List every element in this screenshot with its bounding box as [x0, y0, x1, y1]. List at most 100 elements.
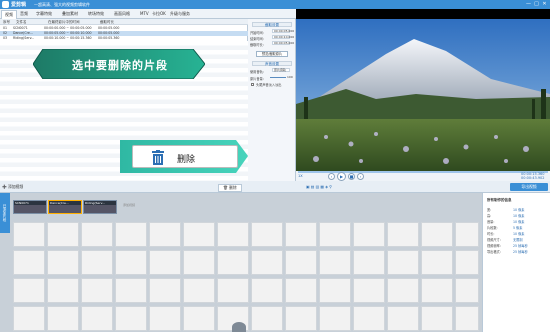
stop-icon[interactable]: ■	[348, 172, 355, 180]
info-label: 片段数:	[487, 226, 498, 230]
row-time: 00:00:05.000 ~ 00:00:10.000	[44, 31, 92, 36]
play-icon[interactable]: ▶	[337, 171, 346, 181]
tab-video[interactable]: 视频	[1, 10, 17, 19]
row-name: SCN0071	[13, 26, 28, 31]
row-name: Riding(Serv...	[13, 36, 35, 41]
timeline-toolbar: ➕ 添加视频 🗑 删除 ▣ ▤ ▥ ▦ ◈ ⚲ 导出视频	[0, 181, 550, 193]
tab-karaoke[interactable]: 卡拉OK	[152, 11, 166, 17]
minimize-button[interactable]: —	[525, 1, 532, 7]
clip-label: Riding(Serv...	[84, 201, 116, 205]
start-time-label: 开始时间:	[250, 31, 264, 35]
fade-label: 头尾声音淡入淡出	[256, 83, 282, 87]
info-value: 10 像素	[513, 232, 525, 236]
previous-icon[interactable]: ‹	[328, 172, 335, 180]
tab-upgrade[interactable]: 升级与服务	[170, 11, 190, 17]
info-value: 10 像素	[513, 214, 525, 218]
col-name: 文件名	[16, 19, 27, 24]
sound-settings-title: 声音设置	[252, 61, 292, 66]
row-time: 00:00:00.000 ~ 00:00:05.000	[44, 26, 92, 31]
close-button[interactable]: ✕	[541, 1, 548, 7]
tab-transition[interactable]: 转场特效	[88, 11, 104, 17]
next-icon[interactable]: ›	[357, 172, 364, 180]
info-value: 10 像素	[513, 208, 525, 212]
row-duration: 00:00:05.360	[98, 36, 120, 41]
tab-audio[interactable]: 音频	[20, 11, 28, 17]
tab-mtv[interactable]: MTV	[140, 11, 149, 16]
cut-settings-panel: 截取设置 开始时间: 00:00:05.000 结束时间: 00:00:10.0…	[248, 19, 296, 192]
volume-label: 原片音量:	[250, 77, 264, 81]
end-time-label: 结束时间:	[250, 37, 264, 41]
row-no: 01	[3, 26, 8, 31]
duration-field[interactable]: 00:00:05.000	[272, 41, 294, 45]
table-row[interactable]: 01 SCN0071 00:00:00.000 ~ 00:00:05.000 0…	[0, 26, 248, 31]
delete-button-label: 删除	[177, 155, 196, 165]
info-label: 视频尺寸:	[487, 238, 501, 242]
col-no: 序号	[3, 19, 10, 24]
clip-label: SCN0071	[14, 201, 46, 205]
col-time: 在最终影片中的时间	[48, 19, 80, 24]
audio-track-select[interactable]: 原片音轨	[272, 68, 290, 72]
row-name: Dance(Cre...	[13, 31, 33, 36]
menu-bar: 视频 音频 字幕特效 叠加素材 转场特效 画面风格 MTV 卡拉OK 升级与服务	[0, 9, 296, 19]
info-label: 宽:	[487, 208, 492, 212]
speed-label[interactable]: 1X	[298, 174, 303, 178]
col-duration: 截取时长	[100, 19, 114, 24]
export-video-button[interactable]: 导出视频	[510, 183, 548, 191]
info-value: 无限制	[513, 238, 523, 242]
app-logo-icon	[2, 1, 9, 8]
clip-label: Dance(Cre...	[49, 201, 81, 205]
added-clips-tab[interactable]: 已添加片段	[0, 193, 10, 233]
title-bar: 爱剪辑 —超高清、强大的视频剪辑软件 — □ ✕	[0, 0, 550, 9]
project-info-panel: 所有制作的信息 宽: 10 像素 高: 10 像素 音量: 10 像素 片段数: 5 像…	[482, 193, 550, 332]
add-clip-hint[interactable]: 添加视频	[120, 203, 138, 213]
volume-slider[interactable]	[270, 77, 286, 78]
toolbar-icons[interactable]: ▣ ▤ ▥ ▦ ◈ ⚲	[306, 184, 332, 189]
info-value: 10 像素	[513, 220, 525, 224]
volume-value: 100	[287, 75, 293, 79]
clip-thumbnail-selected[interactable]: Dance(Cre...	[48, 200, 82, 214]
app-title: 爱剪辑	[11, 2, 27, 8]
info-value: 25 帧每秒	[513, 250, 528, 254]
info-label: 时长:	[487, 232, 495, 236]
row-no: 03	[3, 36, 8, 41]
info-label: 音量:	[487, 220, 495, 224]
tab-subtitle[interactable]: 字幕特效	[36, 11, 52, 17]
tab-overlay[interactable]: 叠加素材	[62, 11, 78, 17]
row-no: 02	[3, 31, 8, 36]
clip-thumbnail[interactable]: Riding(Serv...	[83, 200, 117, 214]
info-label: 视频帧率:	[487, 244, 501, 248]
add-video-button[interactable]: ➕ 添加视频	[2, 184, 23, 190]
fade-checkbox[interactable]	[251, 83, 254, 86]
info-label: 导出格式:	[487, 250, 501, 254]
duration-label: 截取时长:	[250, 43, 264, 47]
video-preview	[296, 9, 550, 171]
table-row-selected[interactable]: 02 Dance(Cre... 00:00:05.000 ~ 00:00:10.…	[0, 31, 248, 36]
audio-track-label: 使用音轨:	[250, 70, 264, 74]
row-time: 00:00:10.000 ~ 00:00:15.360	[44, 36, 92, 41]
trash-icon	[152, 150, 164, 165]
cut-settings-title: 截取设置	[252, 22, 292, 27]
progress-bar[interactable]	[298, 171, 548, 173]
table-header: 序号 文件名 在最终影片中的时间 截取时长	[0, 19, 248, 25]
app-subtitle: —超高清、强大的视频剪辑软件	[34, 1, 90, 7]
row-duration: 00:00:05.000	[98, 26, 120, 31]
mountain-landscape-image	[296, 9, 550, 171]
clip-thumbnail[interactable]: SCN0071	[13, 200, 47, 214]
toolbar-delete-button[interactable]: 🗑 删除	[218, 184, 242, 192]
tab-style[interactable]: 画面风格	[114, 11, 130, 17]
add-video-label: 添加视频	[7, 184, 24, 189]
maximize-button[interactable]: □	[533, 1, 540, 7]
delete-button-large[interactable]: 删除	[132, 145, 238, 168]
clip-table: 序号 文件名 在最终影片中的时间 截取时长 01 SCN0071 00:00:0…	[0, 19, 248, 181]
start-time-field[interactable]: 00:00:05.000	[272, 29, 294, 33]
info-label: 高:	[487, 214, 492, 218]
toolbar-delete-label: 删除	[229, 185, 237, 190]
info-value: 5 像素	[513, 226, 523, 230]
player-controls: 1X ‹ ▶ ■ › 00:00:15.360 00:00:43.902	[296, 171, 550, 181]
end-time-field[interactable]: 00:00:10.000	[272, 35, 294, 39]
table-row[interactable]: 03 Riding(Serv... 00:00:10.000 ~ 00:00:1…	[0, 36, 248, 41]
collapse-handle-icon[interactable]	[232, 322, 246, 332]
timeline-grid	[13, 222, 481, 332]
info-value: 25 帧每秒	[513, 244, 528, 248]
preview-cut-button[interactable]: 预览/截取原片	[256, 51, 288, 57]
